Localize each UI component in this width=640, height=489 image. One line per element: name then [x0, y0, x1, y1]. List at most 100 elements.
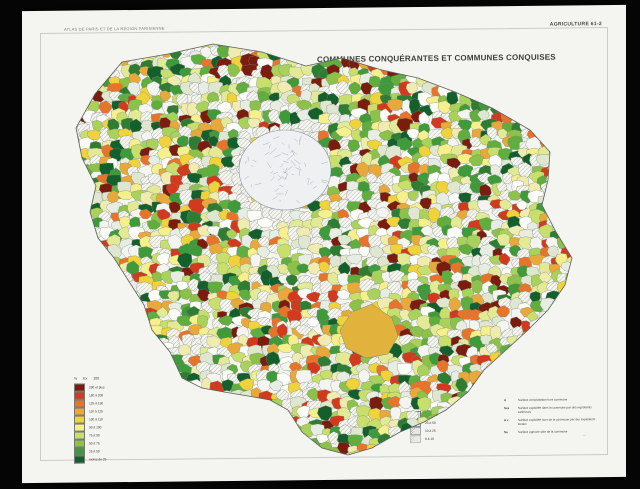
commune-cell	[556, 44, 572, 55]
commune-cell	[146, 427, 160, 441]
commune-cell	[309, 44, 327, 52]
commune-cell	[99, 307, 116, 319]
commune-cell	[570, 409, 572, 423]
commune-cell	[90, 325, 106, 338]
commune-cell	[568, 209, 572, 226]
commune-cell	[459, 74, 477, 89]
commune-cell	[538, 127, 553, 139]
commune-cell	[76, 370, 85, 383]
commune-cell	[471, 381, 483, 395]
commune-cell	[177, 252, 193, 269]
commune-cell	[571, 247, 572, 259]
commune-cell	[480, 72, 495, 87]
commune-cell	[546, 329, 561, 341]
commune-cell	[570, 121, 572, 132]
commune-cell	[120, 382, 132, 397]
commune-cell	[91, 354, 106, 369]
commune-cell	[260, 401, 276, 417]
commune-cell	[556, 121, 571, 134]
commune-cell	[149, 378, 164, 391]
commune-cell	[518, 433, 533, 451]
commune-cell	[421, 46, 433, 62]
commune-cell	[131, 334, 144, 346]
commune-cell	[97, 254, 112, 268]
commune-cell	[409, 49, 426, 61]
commune-cell	[168, 45, 182, 60]
commune-cell	[505, 409, 520, 425]
commune-cell	[548, 363, 561, 375]
commune-cell	[158, 409, 176, 425]
commune-cell	[270, 44, 286, 52]
commune-cell	[548, 407, 563, 420]
commune-cell	[136, 436, 153, 452]
commune-cell	[87, 392, 104, 404]
commune-cell	[549, 155, 567, 168]
commune-cell	[469, 58, 482, 76]
commune-cell	[559, 456, 575, 467]
commune-cell	[179, 425, 191, 437]
commune-cell	[196, 417, 208, 434]
commune-cell	[555, 184, 571, 201]
commune-cell	[521, 58, 534, 71]
commune-cell	[561, 319, 572, 333]
commune-cell	[495, 56, 514, 69]
commune-cell	[370, 48, 385, 61]
commune-cell	[418, 427, 431, 438]
commune-cell	[287, 453, 304, 455]
commune-cell	[120, 436, 132, 451]
commune-cell	[107, 292, 120, 308]
commune-cell	[489, 351, 504, 363]
commune-cell	[459, 432, 474, 450]
commune-cell	[516, 333, 534, 345]
commune-cell	[547, 44, 566, 53]
commune-cell	[230, 415, 243, 427]
commune-cell	[378, 44, 390, 54]
commune-cell	[111, 454, 126, 455]
commune-cell	[184, 415, 199, 430]
commune-cell	[426, 57, 439, 73]
commune-cell	[76, 337, 81, 349]
commune-cell	[479, 68, 494, 83]
commune-cell	[506, 353, 522, 366]
commune-cell	[151, 357, 169, 372]
commune-cell	[562, 57, 572, 75]
commune-cell	[378, 442, 393, 454]
commune-cell	[266, 453, 280, 455]
commune-cell	[469, 407, 483, 422]
commune-cell	[551, 392, 567, 404]
commune-cell	[488, 445, 505, 455]
commune-cell	[490, 419, 504, 435]
commune-cell	[546, 424, 559, 438]
commune-cell	[471, 437, 488, 451]
commune-cell	[570, 153, 572, 164]
commune-cell	[276, 434, 294, 451]
commune-cell	[356, 443, 368, 455]
commune-cell	[528, 422, 546, 435]
commune-cell	[390, 44, 405, 52]
commune-cell	[320, 50, 336, 61]
commune-cell	[367, 44, 382, 50]
commune-cell	[570, 217, 572, 234]
commune-cell	[90, 428, 107, 440]
commune-cell	[511, 50, 527, 62]
commune-cell	[521, 102, 538, 114]
commune-cell	[458, 44, 475, 54]
commune-cell	[519, 440, 532, 455]
commune-cell	[535, 93, 552, 106]
commune-cell	[208, 443, 227, 455]
commune-cell	[467, 442, 479, 455]
commune-cell	[526, 415, 543, 433]
commune-cell	[215, 454, 235, 455]
commune-cell	[458, 399, 472, 411]
commune-cell	[437, 434, 454, 447]
commune-cell	[532, 75, 546, 94]
commune-cell	[567, 325, 572, 337]
commune-cell	[128, 318, 144, 330]
commune-cell	[569, 226, 572, 240]
commune-cell	[76, 328, 83, 339]
commune-cell	[567, 397, 572, 408]
commune-cell	[480, 46, 497, 63]
commune-cell	[488, 44, 504, 49]
commune-cell	[101, 416, 113, 433]
commune-cell	[555, 199, 572, 213]
